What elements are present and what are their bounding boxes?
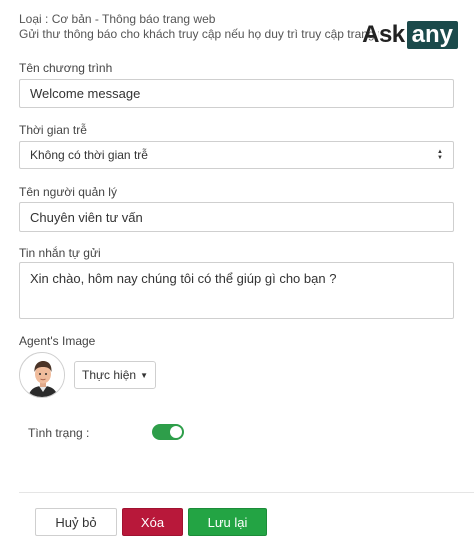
auto-message-textarea[interactable]: Xin chào, hôm nay chúng tôi có thể giúp … — [19, 262, 454, 319]
program-name-value: Welcome message — [30, 86, 141, 101]
program-name-label: Tên chương trình — [19, 61, 113, 75]
agent-image-label: Agent's Image — [19, 334, 96, 348]
program-name-input[interactable]: Welcome message — [19, 79, 454, 108]
delay-select[interactable]: Không có thời gian trễ ▲ ▼ — [19, 141, 454, 169]
agent-image-action-button[interactable]: Thực hiện ▼ — [74, 361, 156, 389]
manager-value: Chuyên viên tư vấn — [30, 209, 143, 225]
delay-value: Không có thời gian trễ — [30, 148, 148, 162]
description-line: Gửi thư thông báo cho khách truy cập nếu… — [19, 27, 379, 41]
logo-any-text: any — [406, 21, 458, 49]
agent-avatar — [19, 352, 65, 398]
status-label: Tình trạng : — [28, 426, 90, 440]
manager-input[interactable]: Chuyên viên tư vấn — [19, 202, 454, 232]
footer-divider — [19, 492, 474, 493]
caret-down-icon: ▼ — [140, 370, 148, 380]
auto-message-value: Xin chào, hôm nay chúng tôi có thể giúp … — [30, 271, 337, 286]
delay-label: Thời gian trễ — [19, 123, 87, 137]
logo-ask-text: Ask — [362, 21, 405, 48]
agent-avatar-icon — [20, 353, 64, 397]
status-toggle[interactable] — [152, 424, 184, 440]
askany-logo: Ask any — [362, 20, 458, 50]
auto-message-label: Tin nhắn tự gửi — [19, 246, 101, 260]
action-button-label: Thực hiện — [82, 368, 137, 382]
save-button[interactable]: Lưu lại — [188, 508, 267, 536]
select-arrows-icon: ▲ ▼ — [437, 149, 443, 161]
manager-label: Tên người quản lý — [19, 185, 117, 199]
delete-button[interactable]: Xóa — [122, 508, 183, 536]
cancel-button[interactable]: Huỷ bỏ — [35, 508, 117, 536]
toggle-knob — [170, 426, 182, 438]
